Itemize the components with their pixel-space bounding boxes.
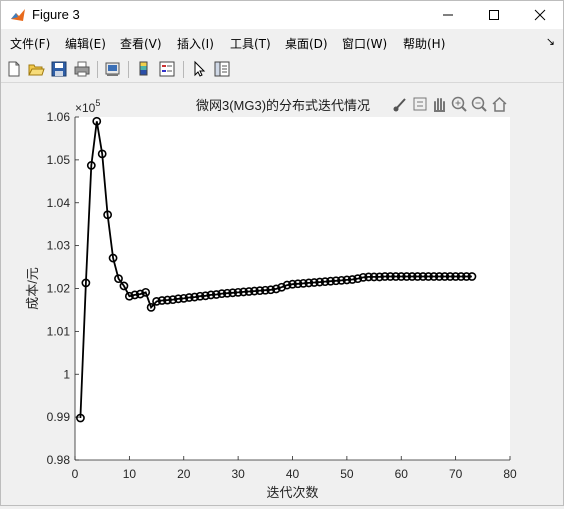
- data-tip-icon[interactable]: [413, 97, 427, 111]
- menu-file[interactable]: 文件(F): [10, 35, 50, 52]
- y-tick-label: 1.01: [47, 324, 71, 338]
- menu-tools[interactable]: 工具(T): [230, 35, 271, 52]
- print-icon[interactable]: [73, 60, 91, 78]
- figure-window: Figure 3 文件(F) 编辑(E) 查看(V) 插入(I) 工具(T) 桌…: [0, 0, 564, 506]
- menu-insert[interactable]: 插入(I): [177, 35, 214, 52]
- close-icon: [534, 9, 546, 21]
- title-bar[interactable]: Figure 3: [1, 1, 563, 29]
- colorbar-icon[interactable]: [135, 60, 153, 78]
- matlab-icon: [11, 9, 25, 21]
- brush-icon[interactable]: [393, 98, 406, 112]
- menu-view[interactable]: 查看(V): [120, 35, 162, 52]
- x-tick-label: 70: [449, 467, 463, 481]
- x-axis-ticks: 0 10 20 30 40 50 60 70 80: [72, 456, 517, 481]
- window-title: Figure 3: [32, 7, 80, 22]
- x-tick-label: 80: [503, 467, 517, 481]
- y-tick-label: 0.98: [47, 453, 71, 467]
- y-axis-label: 成本/元: [25, 267, 40, 310]
- new-figure-icon[interactable]: [5, 60, 23, 78]
- plot-svg: 0.98 0.99 1 1.01 1.02 1.03 1.04 1.05 1.06 0 10 20 3…: [25, 96, 517, 500]
- y-tick-label: 1.03: [47, 239, 71, 253]
- toolbar-separator: [97, 61, 98, 78]
- save-icon[interactable]: [50, 60, 68, 78]
- y-tick-label: 0.99: [47, 410, 71, 424]
- y-tick-label: 1.02: [47, 282, 71, 296]
- maximize-icon: [489, 10, 499, 20]
- home-icon[interactable]: [492, 96, 507, 112]
- y-tick-label: 1.05: [47, 153, 71, 167]
- pan-icon[interactable]: [434, 98, 445, 112]
- menu-desktop[interactable]: 桌面(D): [285, 35, 328, 52]
- minimize-button[interactable]: [425, 1, 471, 29]
- menu-bar: 文件(F) 编辑(E) 查看(V) 插入(I) 工具(T) 桌面(D) 窗口(W…: [1, 31, 563, 53]
- open-file-icon[interactable]: [27, 60, 45, 78]
- figure-canvas: 0.98 0.99 1 1.01 1.02 1.03 1.04 1.05 1.06 0 10 20 3…: [1, 83, 563, 505]
- zoom-in-icon[interactable]: [451, 96, 467, 112]
- close-button[interactable]: [517, 1, 563, 29]
- legend-icon[interactable]: [158, 60, 176, 78]
- x-axis-label: 迭代次数: [266, 485, 318, 500]
- figure-toolbar: [1, 56, 563, 83]
- toolbar-separator: [183, 61, 184, 78]
- x-tick-label: 60: [395, 467, 409, 481]
- x-tick-label: 10: [123, 467, 137, 481]
- chart-title: 微网3(MG3)的分布式迭代情况: [196, 98, 370, 113]
- x-tick-label: 0: [72, 467, 79, 481]
- x-tick-label: 50: [340, 467, 354, 481]
- y-tick-label: 1.06: [47, 110, 71, 124]
- menu-edit[interactable]: 编辑(E): [65, 35, 106, 52]
- property-editor-icon[interactable]: [213, 60, 231, 78]
- menu-overflow-icon[interactable]: ↘: [546, 35, 555, 48]
- zoom-out-icon[interactable]: [471, 96, 487, 112]
- pointer-icon[interactable]: [190, 60, 208, 78]
- print-preview-icon[interactable]: [104, 60, 122, 78]
- axes-toolbar: [393, 96, 507, 112]
- menu-help[interactable]: 帮助(H): [403, 35, 445, 52]
- menu-window[interactable]: 窗口(W): [342, 35, 387, 52]
- x-tick-label: 30: [231, 467, 245, 481]
- minimize-icon: [443, 14, 453, 16]
- y-tick-label: 1: [63, 367, 70, 381]
- maximize-button[interactable]: [471, 1, 517, 29]
- x-tick-label: 40: [286, 467, 300, 481]
- x-tick-label: 20: [177, 467, 191, 481]
- y-axis-exponent: ×105: [75, 98, 100, 115]
- toolbar-separator: [128, 61, 129, 78]
- y-tick-label: 1.04: [47, 196, 71, 210]
- y-axis-ticks: 0.98 0.99 1 1.01 1.02 1.03 1.04 1.05 1.06: [47, 110, 79, 467]
